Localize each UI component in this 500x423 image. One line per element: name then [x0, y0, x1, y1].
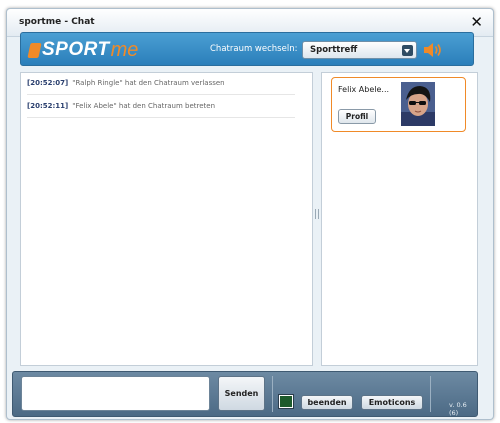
chevron-down-icon [402, 45, 413, 56]
chat-message: [20:52:07] "Ralph Ringle" hat den Chatrau… [27, 73, 295, 95]
chat-messages-panel: [20:52:07] "Ralph Ringle" hat den Chatrau… [20, 72, 313, 366]
font-color-swatch[interactable] [278, 394, 294, 409]
quit-button[interactable]: beenden [301, 395, 353, 410]
window-title: sportme - Chat [19, 17, 95, 27]
profile-button[interactable]: Profil [338, 109, 376, 124]
chat-header: SPORT me Chatraum wechseln: Sporttreff [20, 32, 474, 66]
room-select[interactable]: Sporttreff [302, 41, 417, 59]
message-text: "Felix Abele" hat den Chatraum betreten [72, 102, 216, 110]
chat-message: [20:52:11] "Felix Abele" hat den Chatraum… [27, 96, 295, 118]
message-time: [20:52:11] [27, 102, 69, 110]
logo-mark-icon [27, 42, 42, 58]
sportme-logo: SPORT me [27, 38, 139, 61]
user-card: Felix Abele... Profil [331, 77, 466, 132]
message-text: "Ralph Ringle" hat den Chatraum verlasse… [72, 79, 225, 87]
user-name: Felix Abele... [338, 85, 390, 94]
avatar[interactable] [401, 82, 435, 126]
logo-text-sport: SPORT [42, 39, 110, 60]
toolbar-divider [272, 376, 273, 412]
user-list-panel: Felix Abele... Profil [321, 72, 478, 366]
message-input[interactable] [21, 376, 210, 411]
message-time: [20:52:07] [27, 79, 69, 87]
close-icon[interactable]: ✕ [470, 13, 483, 31]
room-select-value: Sporttreff [310, 45, 358, 55]
send-button[interactable]: Senden [218, 376, 265, 411]
bottom-toolbar: Senden beenden Emoticons v. 0.6 (6) [12, 371, 478, 417]
room-switch-label: Chatraum wechseln: [210, 44, 298, 54]
panel-splitter-handle[interactable] [315, 209, 319, 219]
speaker-icon[interactable] [423, 42, 443, 58]
emoticons-button[interactable]: Emoticons [361, 395, 423, 410]
version-label: v. 0.6 (6) [449, 401, 467, 417]
logo-text-me: me [110, 38, 139, 61]
toolbar-divider [430, 376, 431, 412]
